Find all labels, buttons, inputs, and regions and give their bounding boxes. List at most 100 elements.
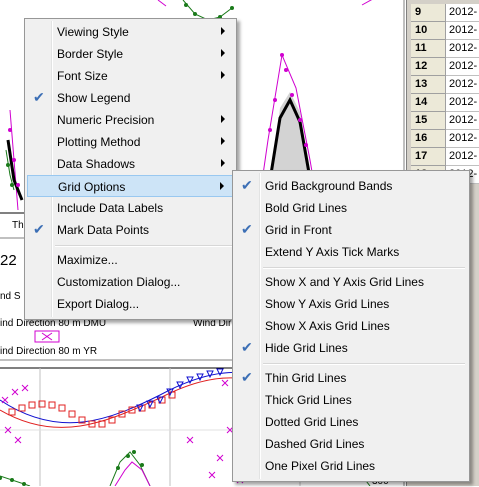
menu-item-thin-grid-lines[interactable]: ✔ Thin Grid Lines xyxy=(235,367,467,389)
green-point xyxy=(10,478,14,482)
grid-row[interactable]: 11 2012- xyxy=(407,40,479,58)
magenta-x-point xyxy=(208,471,216,479)
menu-item-label: Grid in Front xyxy=(265,223,332,237)
menu-item-label: Font Size xyxy=(57,69,108,83)
grid-row[interactable]: 13 2012- xyxy=(407,76,479,94)
green-point xyxy=(10,183,14,187)
row-date-cell[interactable]: 2012- xyxy=(446,112,479,130)
green-point xyxy=(193,12,197,16)
magenta-point xyxy=(16,183,20,187)
magenta-point xyxy=(8,128,12,132)
grid-options-submenu: ✔ Grid Background Bands Bold Grid Lines ✔ Gr… xyxy=(232,170,470,482)
green-point xyxy=(6,163,10,167)
magenta-point xyxy=(304,143,308,147)
magenta-point xyxy=(12,158,16,162)
green-point xyxy=(184,3,188,7)
magenta-point xyxy=(273,98,277,102)
menu-separator xyxy=(263,267,465,269)
green-point xyxy=(126,454,130,458)
checkmark-icon: ✔ xyxy=(241,369,253,385)
submenu-arrow-icon xyxy=(221,27,225,35)
menu-item-show-x-axis-grid-lines[interactable]: Show X Axis Grid Lines xyxy=(235,315,467,337)
magenta-x-point xyxy=(1,396,9,404)
menu-item-extend-y-axis-tick-marks[interactable]: Extend Y Axis Tick Marks xyxy=(235,241,467,263)
menu-item-label: Thick Grid Lines xyxy=(265,393,352,407)
magenta-x-point xyxy=(221,379,229,387)
submenu-arrow-icon xyxy=(221,49,225,57)
menu-item-label: Bold Grid Lines xyxy=(265,201,348,215)
green-point xyxy=(22,482,26,486)
menu-item-viewing-style[interactable]: Viewing Style xyxy=(27,21,234,43)
row-number: 10 xyxy=(411,22,446,40)
menu-item-plotting-method[interactable]: Plotting Method xyxy=(27,131,234,153)
menu-item-label: Plotting Method xyxy=(57,135,141,149)
green-point xyxy=(116,466,120,470)
green-point xyxy=(230,6,234,10)
grid-row[interactable]: 9 2012- xyxy=(407,4,479,22)
magenta-point xyxy=(284,68,288,72)
menu-item-show-y-axis-grid-lines[interactable]: Show Y Axis Grid Lines xyxy=(235,293,467,315)
menu-item-data-shadows[interactable]: Data Shadows xyxy=(27,153,234,175)
menu-item-one-pixel-grid-lines[interactable]: One Pixel Grid Lines xyxy=(235,455,467,477)
menu-item-export-dialog[interactable]: Export Dialog... xyxy=(27,293,234,315)
row-date-cell[interactable]: 2012- xyxy=(446,94,479,112)
menu-item-label: Grid Background Bands xyxy=(265,179,393,193)
menu-item-font-size[interactable]: Font Size xyxy=(27,65,234,87)
grid-row[interactable]: 15 2012- xyxy=(407,112,479,130)
row-date-cell[interactable]: 2012- xyxy=(446,148,479,166)
row-date-cell[interactable]: 2012- xyxy=(446,22,479,40)
menu-item-thick-grid-lines[interactable]: Thick Grid Lines xyxy=(235,389,467,411)
row-date-cell[interactable]: 2012- xyxy=(446,58,479,76)
grid-row[interactable]: 14 2012- xyxy=(407,94,479,112)
menu-item-label: Border Style xyxy=(57,47,124,61)
submenu-arrow-icon xyxy=(221,115,225,123)
menu-item-label: Show Y Axis Grid Lines xyxy=(265,297,390,311)
menu-item-bold-grid-lines[interactable]: Bold Grid Lines xyxy=(235,197,467,219)
menu-item-grid-options[interactable]: Grid Options xyxy=(27,175,234,197)
magenta-x-point xyxy=(186,436,194,444)
submenu-arrow-icon xyxy=(221,159,225,167)
legend-label-yr: ind Direction 80 m YR xyxy=(0,346,98,357)
axis-label-speed: nd S xyxy=(0,291,21,302)
checkmark-icon: ✔ xyxy=(241,339,253,355)
menu-item-numeric-precision[interactable]: Numeric Precision xyxy=(27,109,234,131)
red-square-point xyxy=(28,401,36,409)
menu-item-dashed-grid-lines[interactable]: Dashed Grid Lines xyxy=(235,433,467,455)
menu-item-grid-background-bands[interactable]: ✔ Grid Background Bands xyxy=(235,175,467,197)
row-date-cell[interactable]: 2012- xyxy=(446,76,479,94)
menu-item-border-style[interactable]: Border Style xyxy=(27,43,234,65)
menu-item-label: Viewing Style xyxy=(57,25,129,39)
grid-row[interactable]: 17 2012- xyxy=(407,148,479,166)
grid-row[interactable]: 16 2012- xyxy=(407,130,479,148)
row-date-cell[interactable]: 2012- xyxy=(446,130,479,148)
row-date-cell[interactable]: 2012- xyxy=(446,4,479,22)
row-number: 11 xyxy=(411,40,446,58)
menu-item-show-x-and-y-axis-grid-lines[interactable]: Show X and Y Axis Grid Lines xyxy=(235,271,467,293)
checkmark-icon: ✔ xyxy=(33,221,45,237)
menu-item-label: One Pixel Grid Lines xyxy=(265,459,376,473)
menu-item-include-data-labels[interactable]: Include Data Labels xyxy=(27,197,234,219)
submenu-arrow-icon xyxy=(221,137,225,145)
grid-row[interactable]: 12 2012- xyxy=(407,58,479,76)
menu-item-dotted-grid-lines[interactable]: Dotted Grid Lines xyxy=(235,411,467,433)
menu-item-label: Extend Y Axis Tick Marks xyxy=(265,245,400,259)
row-date-cell[interactable]: 2012- xyxy=(446,40,479,58)
magenta-point xyxy=(268,128,272,132)
menu-item-show-legend[interactable]: ✔ Show Legend xyxy=(27,87,234,109)
menu-item-label: Hide Grid Lines xyxy=(265,341,348,355)
menu-item-customization-dialog[interactable]: Customization Dialog... xyxy=(27,271,234,293)
row-number: 13 xyxy=(411,76,446,94)
grid-row[interactable]: 10 2012- xyxy=(407,22,479,40)
menu-separator xyxy=(263,363,465,365)
row-number: 15 xyxy=(411,112,446,130)
menu-item-maximize[interactable]: Maximize... xyxy=(27,249,234,271)
menu-item-hide-grid-lines[interactable]: ✔ Hide Grid Lines xyxy=(235,337,467,359)
menu-item-grid-in-front[interactable]: ✔ Grid in Front xyxy=(235,219,467,241)
menu-item-label: Numeric Precision xyxy=(57,113,155,127)
checkmark-icon: ✔ xyxy=(241,221,253,237)
red-square-point xyxy=(48,401,56,409)
red-square-point xyxy=(8,408,16,416)
submenu-arrow-icon xyxy=(220,182,224,190)
submenu-arrow-icon xyxy=(221,71,225,79)
menu-item-mark-data-points[interactable]: ✔ Mark Data Points xyxy=(27,219,234,241)
